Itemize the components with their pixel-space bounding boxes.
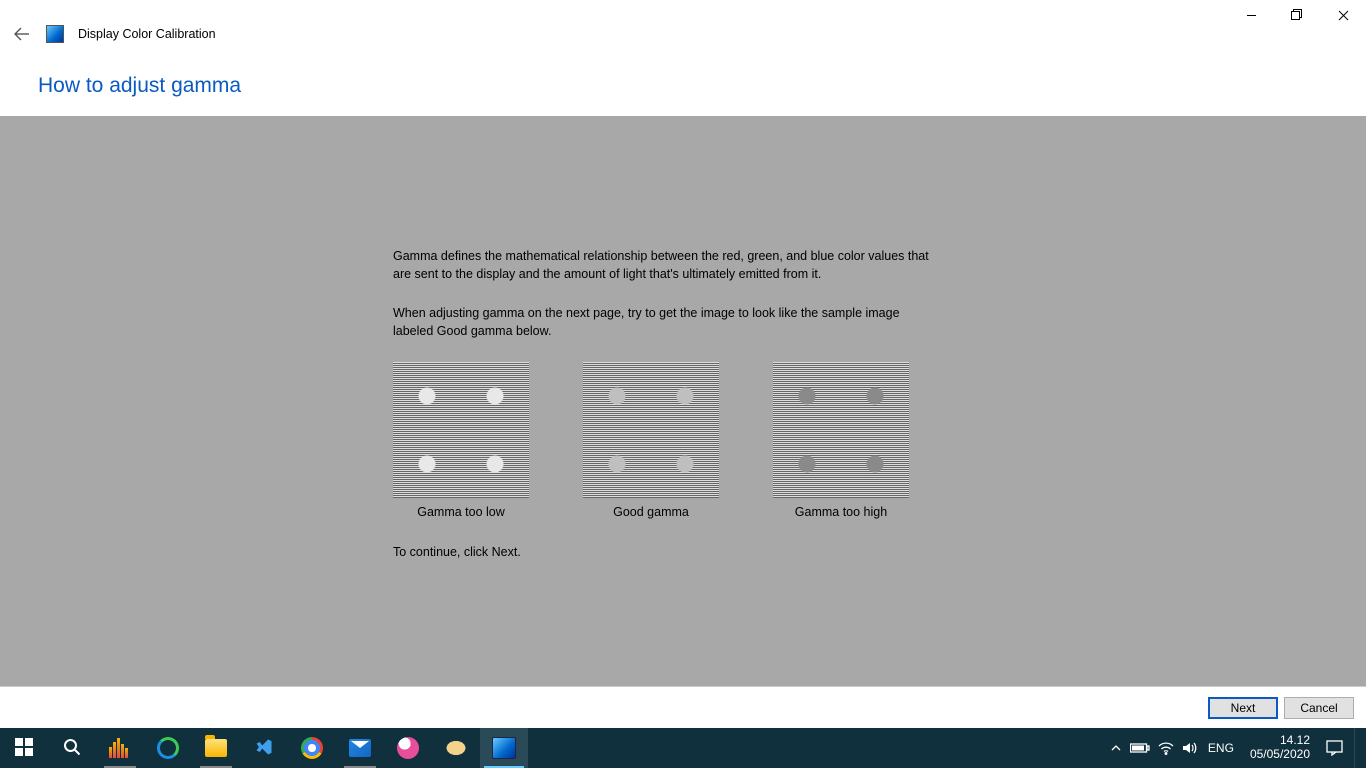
chrome-icon[interactable] [288,728,336,768]
gamma-definition-text: Gamma defines the mathematical relations… [393,248,938,283]
file-explorer-icon[interactable] [192,728,240,768]
page-title: How to adjust gamma [38,74,241,98]
continue-instruction: To continue, click Next. [393,544,938,562]
app-icon [46,25,64,43]
vscode-icon[interactable] [240,728,288,768]
close-icon[interactable] [1320,0,1366,30]
show-desktop-button[interactable] [1354,728,1360,768]
volume-icon[interactable] [1182,741,1198,755]
restore-icon[interactable] [1274,0,1320,30]
mail-icon[interactable] [336,728,384,768]
next-button[interactable]: Next [1208,697,1278,719]
gamma-instruction-text: When adjusting gamma on the next page, t… [393,305,938,340]
window-header: Display Color Calibration How to adjust … [0,0,1366,116]
language-indicator[interactable]: ENG [1208,741,1234,755]
back-arrow-icon[interactable] [12,24,32,44]
wifi-icon[interactable] [1158,741,1174,755]
start-icon[interactable] [0,728,48,768]
sketchbook-icon[interactable] [384,728,432,768]
window-controls [1228,0,1366,30]
gamma-good-label: Good gamma [613,504,689,522]
battery-icon[interactable] [1130,742,1150,754]
gamma-good-image [583,362,719,498]
taskbar-time: 14.12 [1250,734,1310,748]
gamma-sample-high: Gamma too high [773,362,909,522]
gamma-high-image [773,362,909,498]
wizard-content: Gamma defines the mathematical relations… [393,248,938,561]
gamma-low-label: Gamma too low [417,504,505,522]
system-tray [1110,741,1198,755]
gamma-sample-low: Gamma too low [393,362,529,522]
action-center-icon[interactable] [1326,740,1344,756]
title-row: Display Color Calibration [12,24,216,44]
gamma-high-label: Gamma too high [795,504,887,522]
taskbar-clock[interactable]: 14.12 05/05/2020 [1244,734,1316,762]
minimize-icon[interactable] [1228,0,1274,30]
app-title: Display Color Calibration [78,27,216,41]
wox-icon[interactable] [96,728,144,768]
taskbar-date: 05/05/2020 [1250,748,1310,762]
tray-overflow-icon[interactable] [1110,742,1122,754]
taskbar-right: ENG 14.12 05/05/2020 [1110,728,1366,768]
gamma-samples: Gamma too low Good gamma Gamma too high [393,362,938,522]
taskbar-left [0,728,528,768]
paint-icon[interactable] [432,728,480,768]
gamma-sample-good: Good gamma [583,362,719,522]
search-icon[interactable] [48,728,96,768]
taskbar: ENG 14.12 05/05/2020 [0,728,1366,768]
wizard-button-bar: Next Cancel [0,686,1366,728]
cancel-button[interactable]: Cancel [1284,697,1354,719]
wizard-body: Gamma defines the mathematical relations… [0,116,1366,686]
display-calibration-icon[interactable] [480,728,528,768]
edge-icon[interactable] [144,728,192,768]
gamma-low-image [393,362,529,498]
